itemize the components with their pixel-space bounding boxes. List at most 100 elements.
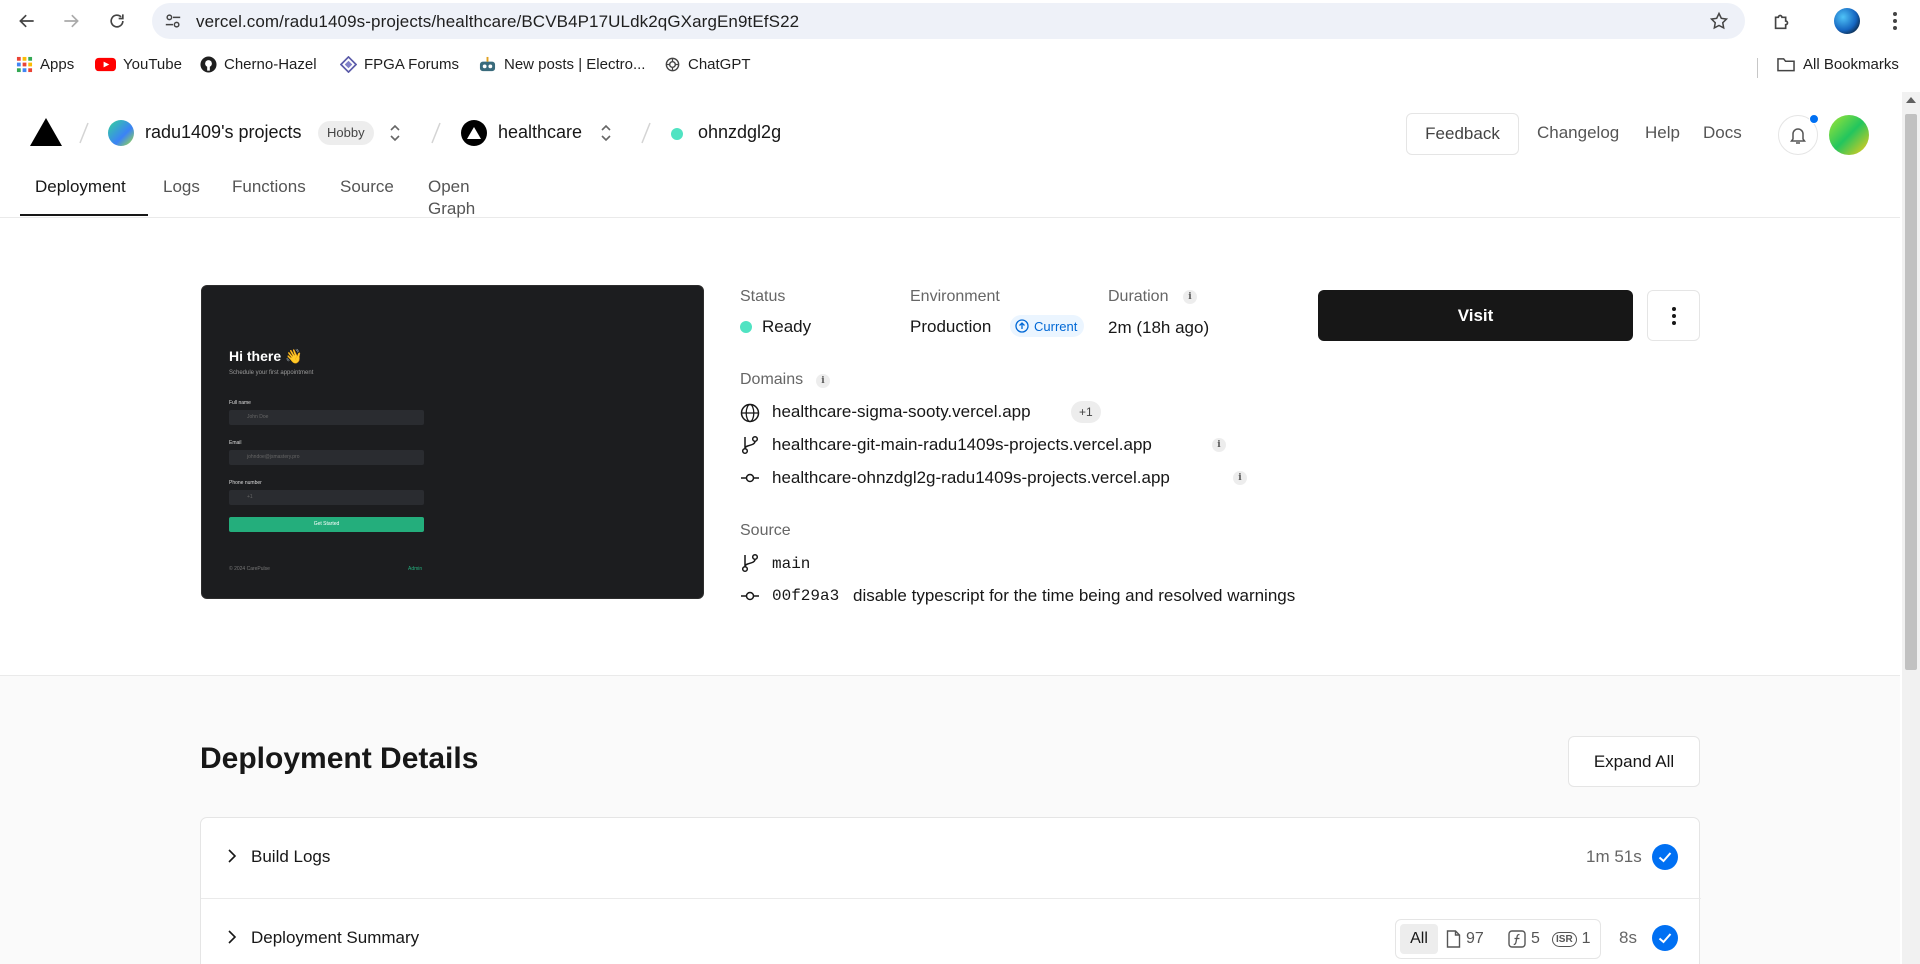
bookmark-label: FPGA Forums (364, 56, 460, 73)
domain-info-icon[interactable]: i (1212, 438, 1226, 452)
isr-filter[interactable]: ISR 1 (1552, 930, 1591, 948)
extensions-icon[interactable] (1771, 10, 1793, 32)
bookmark-star-icon[interactable] (1709, 11, 1729, 31)
preview-field-label: Phone number (229, 480, 262, 486)
current-badge-label: Current (1034, 318, 1078, 334)
preview-footer-left: © 2024 CarePulse (229, 566, 270, 572)
project-avatar[interactable] (461, 120, 487, 146)
preview-button: Get Started (229, 517, 424, 532)
reload-button[interactable] (102, 6, 132, 36)
team-name[interactable]: radu1409's projects (145, 122, 302, 143)
scroll-up-arrow-icon[interactable] (1906, 97, 1916, 103)
current-badge: Current (1010, 315, 1085, 337)
bookmark-chatgpt[interactable]: ChatGPT (664, 56, 751, 73)
github-icon (200, 56, 217, 73)
function-icon (1508, 930, 1526, 948)
bookmark-youtube[interactable]: YouTube (95, 56, 182, 73)
user-avatar[interactable] (1829, 115, 1869, 155)
static-files-filter[interactable]: 97 (1446, 930, 1484, 948)
deployment-summary-row[interactable]: Deployment Summary All 97 5 ISR 1 8s (201, 898, 1701, 964)
bookmark-label: Cherno-Hazel (224, 56, 317, 73)
domain-link[interactable]: healthcare-ohnzdgl2g-radu1409s-projects.… (772, 468, 1170, 488)
functions-count: 5 (1531, 930, 1540, 947)
tab-logs[interactable]: Logs (148, 176, 215, 218)
tab-functions[interactable]: Functions (217, 176, 321, 218)
reload-icon (110, 14, 124, 28)
bell-icon (1790, 128, 1806, 144)
deployment-preview-image[interactable]: Hi there 👋 Schedule your first appointme… (201, 285, 704, 599)
deployment-status-dot (671, 128, 683, 140)
preview-field: John Doe (229, 410, 424, 425)
environment-value: Production (910, 317, 992, 336)
team-avatar[interactable] (108, 120, 134, 146)
more-domains-badge[interactable]: +1 (1071, 401, 1101, 423)
summary-filter-group: All 97 5 ISR 1 (1395, 919, 1601, 959)
browser-profile-avatar[interactable] (1834, 8, 1860, 34)
all-bookmarks[interactable]: All Bookmarks (1776, 56, 1899, 73)
bookmark-fpga-forums[interactable]: FPGA Forums (340, 56, 459, 73)
chevron-right-icon (228, 930, 237, 944)
globe-icon (740, 403, 760, 423)
domain-link[interactable]: healthcare-git-main-radu1409s-projects.v… (772, 435, 1152, 455)
tab-source[interactable]: Source (325, 176, 409, 218)
source-label: Source (740, 522, 791, 539)
git-branch-icon (741, 553, 759, 573)
deployment-id[interactable]: ohnzdgl2g (698, 122, 781, 143)
source-branch[interactable]: main (772, 555, 810, 573)
check-icon (1658, 933, 1672, 944)
functions-filter[interactable]: 5 (1508, 930, 1540, 948)
plan-badge: Hobby (318, 121, 374, 145)
vercel-logo-icon[interactable] (30, 118, 62, 146)
help-link[interactable]: Help (1645, 123, 1680, 143)
git-commit-icon (741, 591, 759, 601)
changelog-link[interactable]: Changelog (1537, 123, 1619, 143)
status-label: Status (740, 288, 786, 305)
filter-all-button[interactable]: All (1400, 924, 1438, 954)
file-icon (1446, 930, 1461, 948)
expand-all-button[interactable]: Expand All (1568, 736, 1700, 787)
site-settings-icon[interactable] (164, 12, 182, 30)
domain-info-icon[interactable]: i (1233, 471, 1247, 485)
scrollbar-thumb[interactable] (1905, 114, 1917, 670)
deployment-summary-time: 8s (1619, 928, 1637, 947)
feedback-button[interactable]: Feedback (1406, 113, 1519, 155)
isr-icon: ISR (1552, 931, 1577, 947)
chevron-right-icon (228, 849, 237, 863)
build-success-icon (1652, 844, 1678, 870)
project-switcher-icon[interactable] (599, 122, 613, 144)
domains-info-icon[interactable]: i (816, 374, 830, 388)
preview-field: +1 (229, 490, 424, 505)
browser-menu-icon[interactable] (1883, 9, 1907, 33)
preview-field-label: Email (229, 440, 242, 446)
bookmark-label: ChatGPT (688, 56, 751, 73)
bookmark-label: New posts | Electro... (504, 56, 646, 73)
folder-icon (1777, 58, 1795, 72)
more-actions-button[interactable] (1647, 290, 1700, 341)
bookmark-electro[interactable]: New posts | Electro... (478, 56, 645, 73)
ready-status-dot (740, 321, 752, 333)
commit-message[interactable]: disable typescript for the time being an… (853, 586, 1295, 606)
domain-link[interactable]: healthcare-sigma-sooty.vercel.app (772, 402, 1031, 422)
tab-deployment[interactable]: Deployment (20, 176, 141, 218)
deployment-summary-title: Deployment Summary (251, 928, 420, 947)
deployment-details-title: Deployment Details (200, 742, 479, 775)
arrow-left-icon (19, 14, 34, 28)
all-bookmarks-label: All Bookmarks (1803, 56, 1899, 73)
status-value: Ready (762, 317, 812, 336)
build-logs-row[interactable]: Build Logs 1m 51s (201, 818, 1701, 898)
back-button[interactable] (12, 6, 42, 36)
commit-hash[interactable]: 00f29a3 (772, 587, 839, 605)
visit-button[interactable]: Visit (1318, 290, 1633, 341)
bookmark-cherno-hazel[interactable]: Cherno-Hazel (200, 56, 317, 73)
more-vertical-icon (1671, 306, 1676, 325)
forward-button[interactable] (56, 6, 86, 36)
arrow-up-circle-icon (1015, 319, 1029, 333)
duration-info-icon[interactable]: i (1183, 290, 1197, 304)
team-switcher-icon[interactable] (388, 122, 402, 144)
docs-link[interactable]: Docs (1703, 123, 1742, 143)
preview-subtitle: Schedule your first appointment (229, 370, 314, 376)
bookmark-apps[interactable]: Apps (16, 56, 74, 73)
address-bar[interactable]: vercel.com/radu1409s-projects/healthcare… (152, 3, 1745, 39)
tab-open-graph[interactable]: Open Graph (413, 176, 490, 218)
project-name[interactable]: healthcare (498, 122, 582, 143)
